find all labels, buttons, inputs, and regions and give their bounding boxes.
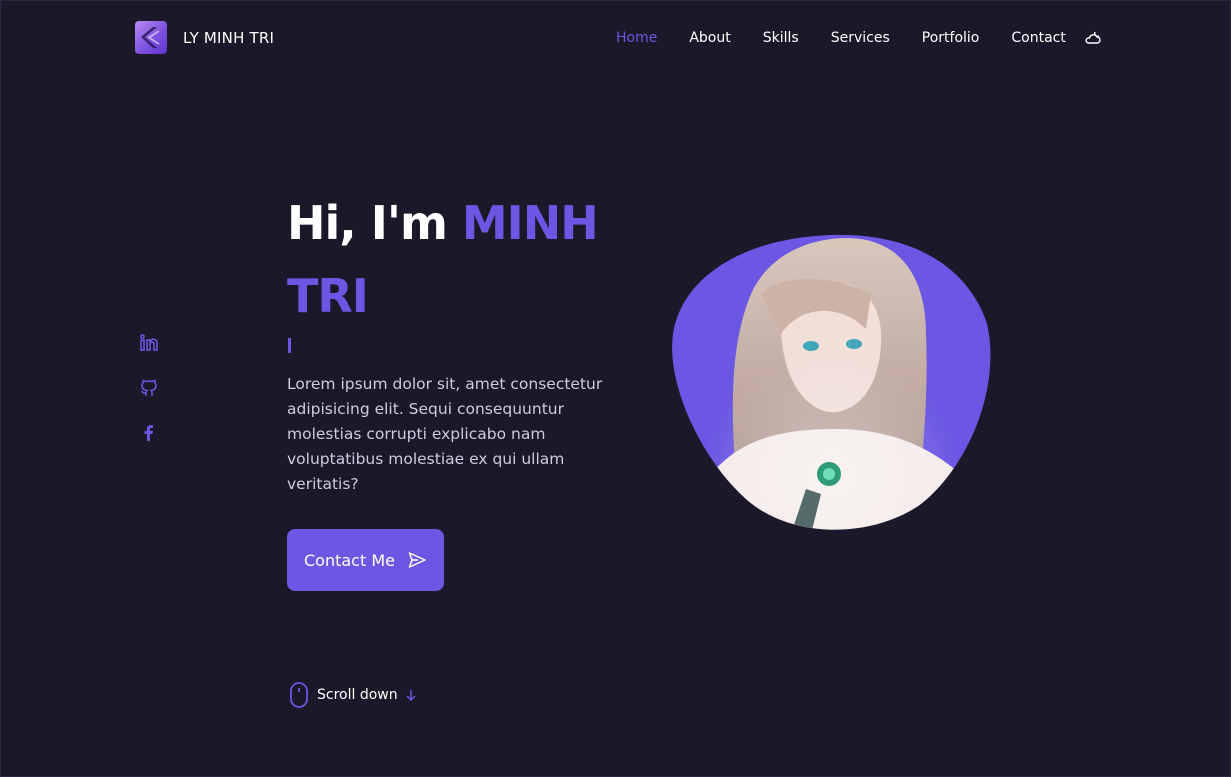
header: LY MINH TRI Home About Skills Services P… — [1, 1, 1231, 75]
nav-services[interactable]: Services — [831, 30, 890, 46]
logo-text: LY MINH TRI — [183, 28, 275, 47]
nav-about[interactable]: About — [689, 30, 730, 46]
social-links — [139, 333, 159, 468]
hero-description: Lorem ipsum dolor sit, amet consectetur … — [287, 375, 603, 493]
hero-greeting: Hi, I'm — [287, 196, 462, 250]
moon-cloud-icon[interactable] — [1084, 29, 1102, 47]
main-nav: Home About Skills Services Portfolio Con… — [616, 29, 1102, 47]
linkedin-icon[interactable] — [139, 333, 159, 353]
logo-icon — [135, 21, 167, 54]
contact-me-button[interactable]: Contact Me — [287, 529, 444, 591]
logo[interactable]: LY MINH TRI — [135, 21, 274, 54]
profile-avatar — [671, 234, 993, 534]
send-icon — [407, 550, 427, 570]
nav-home[interactable]: Home — [616, 30, 657, 46]
nav-skills[interactable]: Skills — [763, 30, 799, 46]
github-icon[interactable] — [139, 378, 159, 398]
mouse-icon — [290, 682, 308, 708]
contact-me-label: Contact Me — [304, 550, 395, 570]
scroll-down-link[interactable]: Scroll down — [289, 681, 418, 709]
nav-contact[interactable]: Contact — [1011, 30, 1065, 46]
hero-title: Hi, I'm MINH TRI — [287, 187, 627, 333]
arrow-down-icon — [406, 690, 416, 702]
typing-cursor — [288, 338, 291, 353]
scroll-down-label: Scroll down — [317, 687, 398, 703]
nav-portfolio[interactable]: Portfolio — [922, 30, 980, 46]
page: LY MINH TRI Home About Skills Services P… — [0, 0, 1231, 777]
facebook-icon[interactable] — [139, 423, 159, 443]
